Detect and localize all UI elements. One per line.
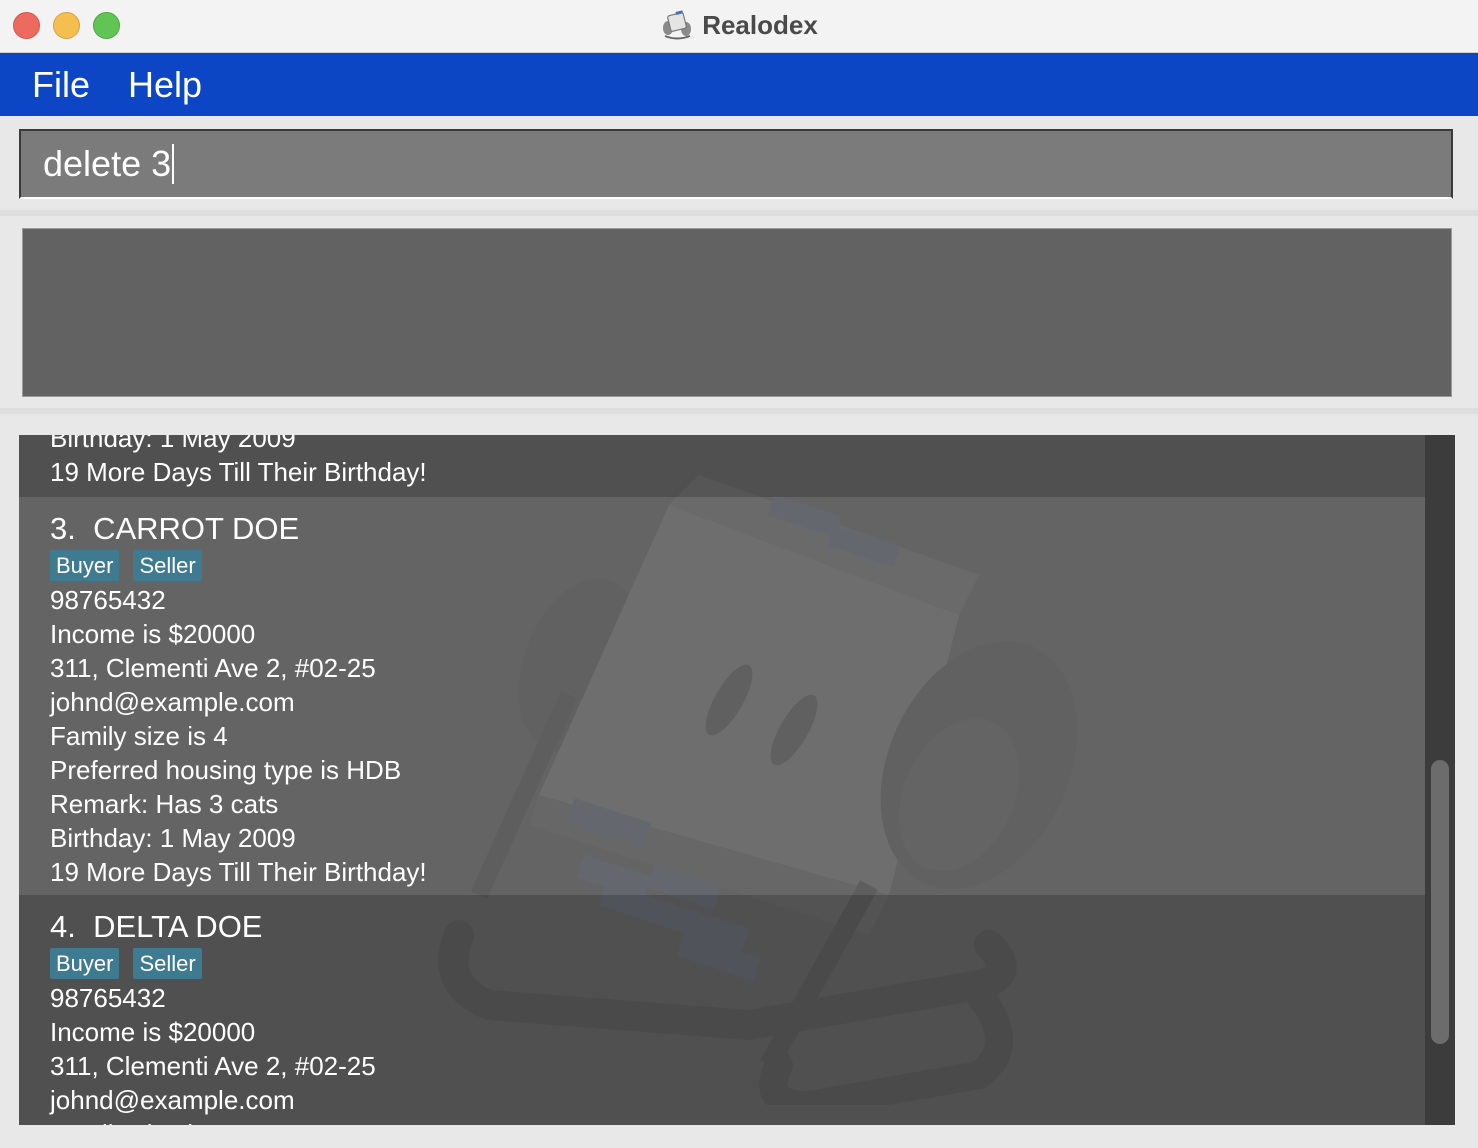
person-name-row: 3. CARROT DOE (50, 511, 1425, 547)
address-text: 311, Clementi Ave 2, #02-25 (50, 1051, 376, 1081)
list-item[interactable]: Birthday: 1 May 2009 19 More Days Till T… (19, 435, 1425, 497)
email-text: johnd@example.com (50, 687, 295, 717)
birthday-text: Birthday: 1 May 2009 (50, 823, 296, 853)
menu-bar: File Help (0, 53, 1478, 116)
person-index: 3. (50, 511, 76, 546)
person-list[interactable]: Birthday: 1 May 2009 19 More Days Till T… (19, 435, 1455, 1125)
address-text: 311, Clementi Ave 2, #02-25 (50, 653, 376, 683)
family-size-text: Family size is 4 (50, 721, 228, 751)
list-item[interactable]: 4. DELTA DOE Buyer Seller 98765432 Incom… (19, 895, 1425, 1125)
window-title: Realodex (702, 9, 818, 40)
birthday-countdown: 19 More Days Till Their Birthday! (50, 457, 427, 487)
tag-seller: Seller (133, 550, 202, 581)
divider (0, 408, 1478, 414)
income-text: Income is $20000 (50, 1017, 256, 1047)
scrollbar-thumb[interactable] (1431, 760, 1449, 1044)
tag-buyer: Buyer (50, 948, 120, 979)
tag-list: Buyer Seller (50, 948, 1425, 979)
list-scrollbar[interactable] (1425, 435, 1455, 1125)
menu-file[interactable]: File (32, 64, 96, 106)
result-display (22, 228, 1452, 397)
housing-type-text: Preferred housing type is HDB (50, 755, 402, 785)
person-name-row: 4. DELTA DOE (50, 909, 1425, 945)
birthday-text: Birthday: 1 May 2009 (50, 435, 296, 453)
divider (0, 210, 1478, 216)
person-index: 4. (50, 909, 76, 944)
command-text: delete 3 (43, 143, 172, 184)
email-text: johnd@example.com (50, 1085, 295, 1115)
window-title-bar: Realodex (0, 0, 1478, 53)
remark-text: Remark: Has 3 cats (50, 789, 279, 819)
birthday-countdown: 19 More Days Till Their Birthday! (50, 857, 427, 887)
income-text: Income is $20000 (50, 619, 256, 649)
text-caret (172, 144, 175, 184)
rolodex-icon (663, 10, 692, 40)
phone-text: 98765432 (50, 983, 166, 1013)
tag-seller: Seller (133, 948, 202, 979)
family-size-text: Family size is 4 (50, 1117, 1425, 1125)
command-input[interactable]: delete 3 (19, 129, 1453, 199)
tag-list: Buyer Seller (50, 550, 1425, 581)
phone-text: 98765432 (50, 585, 166, 615)
tag-buyer: Buyer (50, 550, 120, 581)
list-item[interactable]: 3. CARROT DOE Buyer Seller 98765432 Inco… (19, 497, 1425, 895)
person-name: CARROT DOE (93, 511, 300, 546)
menu-help[interactable]: Help (128, 64, 208, 106)
person-name: DELTA DOE (93, 909, 263, 944)
